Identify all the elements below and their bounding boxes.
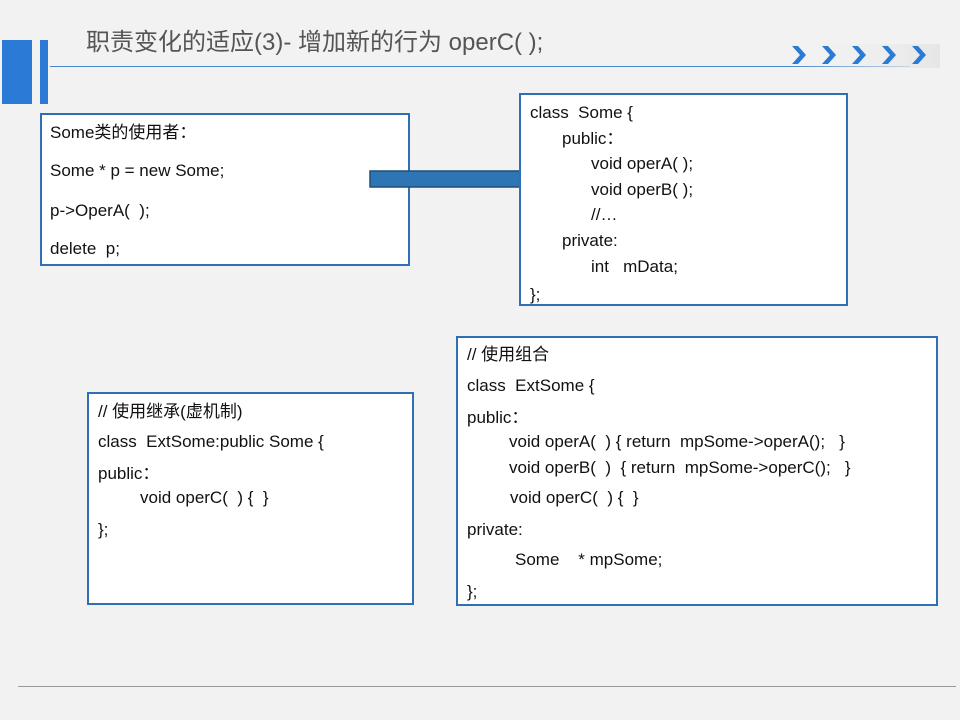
code-line: class Some { [530,103,633,122]
decorative-bar-thin [40,40,48,104]
code-line: public： [467,408,529,427]
chevron-right-icon [790,44,940,68]
composition-code-box: // 使用组合 class ExtSome { public： void ope… [456,336,938,606]
footer-divider [18,686,956,687]
code-line: public： [562,129,624,148]
code-line: void operB( ) { return mpSome->operC(); … [509,458,851,477]
code-line: int mData; [591,257,678,276]
code-line: void operB( ); [591,180,694,199]
code-line: //… [591,205,618,224]
inheritance-code-box: // 使用继承(虚机制) class ExtSome:public Some {… [87,392,414,605]
code-line: public： [98,464,160,483]
code-line: Some类的使用者： [50,123,197,142]
code-line: p->OperA( ); [50,201,150,220]
code-line: void operA( ); [591,154,694,173]
code-line: void operA( ) { return mpSome->operA(); … [509,432,845,451]
decorative-bar-thick [2,40,32,104]
code-line: }; [467,582,478,601]
code-line: delete p; [50,239,120,258]
code-line: Some * mpSome; [515,550,663,569]
code-line: }; [530,285,541,304]
code-line: void operC( ) { } [140,488,269,507]
code-line: }; [98,520,109,539]
slide-title: 职责变化的适应(3)- 增加新的行为 operC( ); [86,29,544,56]
code-line: private: [467,520,523,539]
code-line: // 使用继承(虚机制) [98,402,243,421]
user-code-box: Some类的使用者： Some * p = new Some; p->OperA… [40,113,410,266]
code-line: Some * p = new Some; [50,161,225,180]
some-class-box: class Some { public： void operA( ); void… [519,93,848,306]
code-line: void operC( ) { } [510,488,639,507]
code-line: class ExtSome { [467,376,595,395]
title-divider [50,66,910,67]
code-line: private: [562,231,618,250]
code-line: class ExtSome:public Some { [98,432,324,451]
code-line: // 使用组合 [467,345,550,364]
